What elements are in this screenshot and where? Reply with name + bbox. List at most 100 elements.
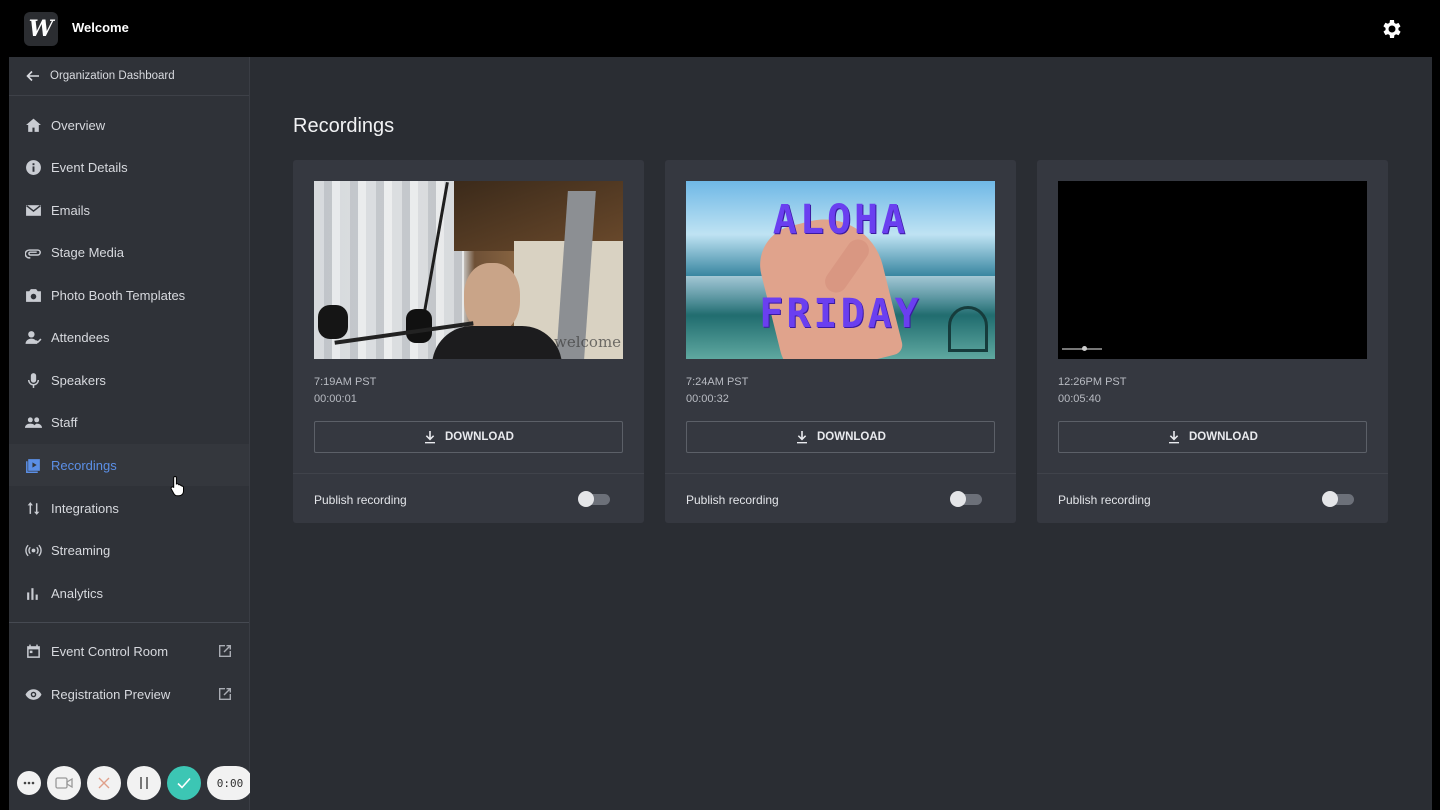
sidebar-item-label: Integrations [51,500,119,516]
video-camera-icon [55,777,73,789]
app-logo[interactable]: W [24,12,58,46]
page-title: Recordings [293,115,395,137]
download-label: DOWNLOAD [445,431,514,443]
download-label: DOWNLOAD [817,431,886,443]
pause-recording-button[interactable] [127,766,161,800]
recording-thumbnail[interactable]: ALOHA FRIDAY [686,181,995,359]
sidebar-item-label: Registration Preview [51,686,171,702]
mail-icon [23,200,43,220]
hand-cursor-icon [170,475,184,497]
sidebar-item-analytics[interactable]: Analytics [9,572,249,614]
sidebar-item-stage-media[interactable]: Stage Media [9,231,249,273]
thumbnail-overlay-line1: ALOHA [772,197,909,243]
sidebar-item-emails[interactable]: Emails [9,189,249,231]
sidebar-item-label: Attendees [51,329,110,345]
sidebar-item-label: Emails [51,202,91,218]
sidebar-item-staff[interactable]: Staff [9,401,249,443]
recording-thumbnail[interactable]: welcome [314,181,623,359]
frame-left [0,57,9,810]
download-label: DOWNLOAD [1189,431,1258,443]
sidebar-item-label: Staff [51,414,78,430]
top-bar: W Welcome [0,0,1440,57]
recording-time: 12:26PM PST [1058,376,1127,388]
recording-duration: 00:00:32 [686,393,729,405]
close-icon [98,777,110,789]
mic-icon [23,370,43,390]
more-icon [23,781,35,785]
recordings-icon [23,455,43,475]
sidebar-item-label: Analytics [51,585,104,601]
thumbnail-watermark: welcome [554,333,622,351]
download-icon [797,431,807,444]
sidebar-item-speakers[interactable]: Speakers [9,359,249,401]
card-divider [665,473,1016,474]
sidebar-item-overview[interactable]: Overview [9,104,249,146]
publish-recording-label: Publish recording [686,493,779,507]
analytics-icon [23,583,43,603]
recording-time: 7:24AM PST [686,376,749,388]
download-button[interactable]: DOWNLOAD [314,421,623,453]
publish-recording-label: Publish recording [314,493,407,507]
main-content: Recordings welcome 7:19AM PST 00:00:01 D… [250,57,1432,810]
publish-recording-label: Publish recording [1058,493,1151,507]
card-divider [1037,473,1388,474]
sidebar-item-label: Streaming [51,542,111,558]
download-button[interactable]: DOWNLOAD [1058,421,1367,453]
sidebar-item-registration-preview[interactable]: Registration Preview [9,673,249,715]
sidebar-item-label: Speakers [51,372,106,388]
publish-recording-toggle[interactable] [1322,491,1356,507]
info-icon [23,157,43,177]
sidebar-item-event-details[interactable]: Event Details [9,146,249,188]
sidebar-item-label: Stage Media [51,244,124,260]
sidebar: Organization Dashboard Overview Event De… [9,57,250,810]
pause-icon [140,777,148,789]
app-title: Welcome [72,20,129,35]
eye-icon [23,684,43,704]
recording-card: welcome 7:19AM PST 00:00:01 DOWNLOAD Pub… [293,160,644,523]
calendar-icon [23,641,43,661]
staff-icon [23,412,43,432]
more-options-button[interactable] [17,771,41,795]
recording-timer: 0:00 [207,766,253,800]
sidebar-item-label: Overview [51,117,106,133]
recording-card: 12:26PM PST 00:05:40 DOWNLOAD Publish re… [1037,160,1388,523]
download-icon [1169,431,1179,444]
sidebar-item-label: Event Control Room [51,643,169,659]
sidebar-divider [9,622,249,623]
external-link-icon[interactable] [217,643,233,659]
finish-recording-button[interactable] [167,766,201,800]
home-icon [23,115,43,135]
streaming-icon [23,540,43,560]
gear-icon[interactable] [1380,17,1404,41]
publish-recording-toggle[interactable] [578,491,612,507]
frame-right [1432,57,1440,810]
recording-time: 7:19AM PST [314,376,377,388]
attendees-icon [23,327,43,347]
recorder-controls: 0:00 [17,765,253,801]
sidebar-item-event-control-room[interactable]: Event Control Room [9,630,249,672]
sidebar-item-streaming[interactable]: Streaming [9,529,249,571]
sidebar-item-photo-booth-templates[interactable]: Photo Booth Templates [9,274,249,316]
brand-logo-icon [948,306,988,352]
card-divider [293,473,644,474]
integrations-icon [23,498,43,518]
recording-thumbnail[interactable] [1058,181,1367,359]
cancel-recording-button[interactable] [87,766,121,800]
publish-recording-toggle[interactable] [950,491,984,507]
recording-duration: 00:05:40 [1058,393,1101,405]
sidebar-item-label: Recordings [51,457,117,473]
sidebar-item-label: Photo Booth Templates [51,287,186,303]
download-icon [425,431,435,444]
sidebar-item-integrations[interactable]: Integrations [9,487,249,529]
sidebar-item-label: Event Details [51,159,128,175]
sidebar-item-attendees[interactable]: Attendees [9,316,249,358]
arrow-left-icon [26,70,39,82]
camera-toggle-button[interactable] [47,766,81,800]
clip-icon [23,242,43,262]
download-button[interactable]: DOWNLOAD [686,421,995,453]
camera-icon [23,285,43,305]
external-link-icon[interactable] [217,686,233,702]
back-label: Organization Dashboard [50,70,175,82]
back-to-organization-dashboard[interactable]: Organization Dashboard [9,57,249,96]
sidebar-item-recordings[interactable]: Recordings [9,444,249,486]
